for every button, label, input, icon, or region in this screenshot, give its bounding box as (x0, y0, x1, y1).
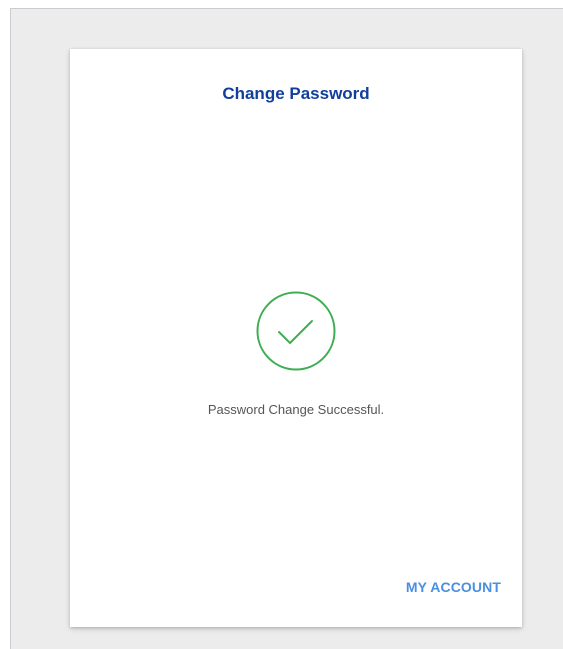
change-password-card: Change Password Password Change Successf… (70, 49, 522, 627)
checkmark-circle-icon (255, 290, 337, 372)
card-title: Change Password (222, 84, 370, 103)
my-account-link[interactable]: MY ACCOUNT (406, 579, 501, 595)
page-background: Change Password Password Change Successf… (10, 8, 563, 649)
success-message: Password Change Successful. (207, 402, 385, 417)
